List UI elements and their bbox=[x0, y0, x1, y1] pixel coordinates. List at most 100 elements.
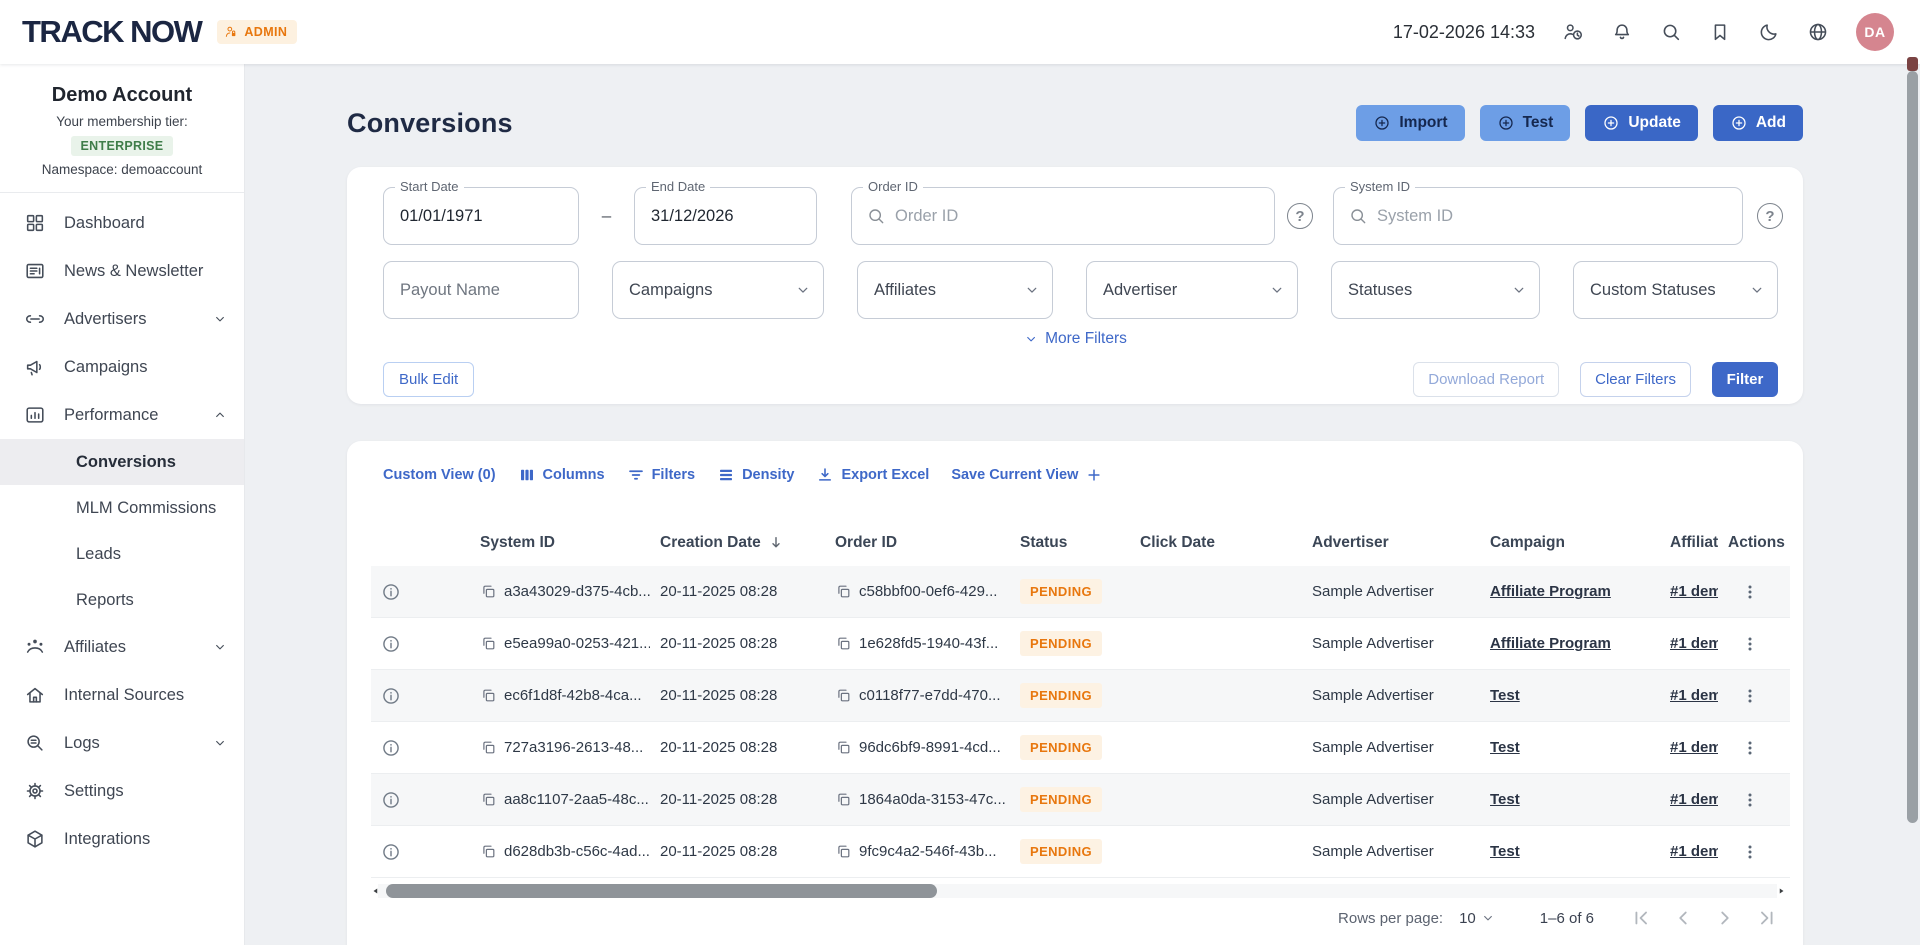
row-info-icon[interactable] bbox=[381, 634, 401, 654]
copy-icon[interactable] bbox=[835, 635, 852, 652]
columns-button[interactable]: Columns bbox=[518, 466, 605, 484]
copy-icon[interactable] bbox=[480, 843, 497, 860]
test-button[interactable]: Test bbox=[1480, 105, 1571, 141]
filters-button[interactable]: Filters bbox=[627, 466, 696, 484]
copy-icon[interactable] bbox=[835, 843, 852, 860]
download-report-button[interactable]: Download Report bbox=[1413, 362, 1559, 397]
campaign-link[interactable]: Test bbox=[1490, 687, 1520, 704]
sidebar-item-integrations[interactable]: Integrations bbox=[0, 815, 244, 863]
import-button[interactable]: Import bbox=[1356, 105, 1464, 141]
row-info-icon[interactable] bbox=[381, 842, 401, 862]
dark-mode-moon-icon[interactable] bbox=[1758, 21, 1780, 43]
last-page-button[interactable] bbox=[1756, 907, 1778, 929]
campaign-link[interactable]: Test bbox=[1490, 791, 1520, 808]
affiliate-link[interactable]: #1 dem bbox=[1670, 583, 1718, 600]
affiliate-link[interactable]: #1 dem bbox=[1670, 687, 1718, 704]
sidebar-item-logs[interactable]: Logs bbox=[0, 719, 244, 767]
app-logo[interactable]: TRACK NOW bbox=[22, 14, 201, 50]
user-activity-icon[interactable] bbox=[1562, 21, 1584, 43]
campaign-link[interactable]: Test bbox=[1490, 739, 1520, 756]
scroll-right-arrow-icon[interactable] bbox=[1776, 886, 1786, 896]
sidebar-item-settings[interactable]: Settings bbox=[0, 767, 244, 815]
affiliate-link[interactable]: #1 dem bbox=[1670, 635, 1718, 652]
notifications-bell-icon[interactable] bbox=[1611, 21, 1633, 43]
sidebar-item-advertisers[interactable]: Advertisers bbox=[0, 295, 244, 343]
header-creation-date[interactable]: Creation Date bbox=[650, 534, 825, 552]
add-button[interactable]: Add bbox=[1713, 105, 1803, 141]
header-campaign[interactable]: Campaign bbox=[1480, 534, 1660, 552]
sidebar-item-news-newsletter[interactable]: News & Newsletter bbox=[0, 247, 244, 295]
sidebar-item-affiliates[interactable]: Affiliates bbox=[0, 623, 244, 671]
header-order-id[interactable]: Order ID bbox=[825, 534, 1010, 552]
sidebar-item-campaigns[interactable]: Campaigns bbox=[0, 343, 244, 391]
row-info-icon[interactable] bbox=[381, 686, 401, 706]
row-actions-kebab[interactable] bbox=[1740, 842, 1760, 862]
next-page-button[interactable] bbox=[1714, 907, 1736, 929]
rows-per-page-select[interactable]: 10 bbox=[1459, 910, 1496, 927]
affiliate-link[interactable]: #1 dem bbox=[1670, 791, 1718, 808]
end-date-field[interactable]: End Date 31/12/2026 bbox=[634, 187, 817, 245]
update-button[interactable]: Update bbox=[1585, 105, 1698, 141]
copy-icon[interactable] bbox=[480, 635, 497, 652]
language-globe-icon[interactable] bbox=[1807, 21, 1829, 43]
row-info-icon[interactable] bbox=[381, 582, 401, 602]
copy-icon[interactable] bbox=[480, 687, 497, 704]
search-icon[interactable] bbox=[1660, 21, 1682, 43]
scroll-left-arrow-icon[interactable] bbox=[371, 886, 381, 896]
order-id-field[interactable]: Order ID Order ID bbox=[851, 187, 1275, 245]
system-id-help-icon[interactable]: ? bbox=[1757, 203, 1783, 229]
vertical-scrollbar[interactable] bbox=[1907, 57, 1918, 823]
density-button[interactable]: Density bbox=[717, 466, 794, 484]
affiliate-link[interactable]: #1 dem bbox=[1670, 739, 1718, 756]
row-info-icon[interactable] bbox=[381, 790, 401, 810]
horizontal-scrollbar-thumb[interactable] bbox=[386, 884, 937, 898]
custom-statuses-select[interactable]: Custom Statuses bbox=[1573, 261, 1778, 319]
clear-filters-button[interactable]: Clear Filters bbox=[1580, 362, 1691, 397]
sidebar-item-leads[interactable]: Leads bbox=[0, 531, 244, 577]
sidebar-item-conversions[interactable]: Conversions bbox=[0, 439, 244, 485]
copy-icon[interactable] bbox=[480, 791, 497, 808]
save-current-view-button[interactable]: Save Current View bbox=[951, 466, 1103, 484]
header-click-date[interactable]: Click Date bbox=[1130, 534, 1302, 552]
header-system-id[interactable]: System ID bbox=[470, 534, 650, 552]
sidebar-item-mlm-commissions[interactable]: MLM Commissions bbox=[0, 485, 244, 531]
copy-icon[interactable] bbox=[835, 687, 852, 704]
filter-button[interactable]: Filter bbox=[1712, 362, 1778, 397]
row-actions-kebab[interactable] bbox=[1740, 790, 1760, 810]
first-page-button[interactable] bbox=[1630, 907, 1652, 929]
row-actions-kebab[interactable] bbox=[1740, 582, 1760, 602]
vertical-scrollbar-thumb[interactable] bbox=[1907, 71, 1918, 823]
bookmark-icon[interactable] bbox=[1709, 21, 1731, 43]
campaign-link[interactable]: Affiliate Program bbox=[1490, 583, 1611, 600]
horizontal-scrollbar[interactable] bbox=[378, 884, 1777, 898]
system-id-field[interactable]: System ID System ID bbox=[1333, 187, 1743, 245]
export-excel-button[interactable]: Export Excel bbox=[816, 466, 929, 484]
sidebar-item-dashboard[interactable]: Dashboard bbox=[0, 199, 244, 247]
custom-view-button[interactable]: Custom View (0) bbox=[383, 467, 496, 483]
affiliate-link[interactable]: #1 dem bbox=[1670, 843, 1718, 860]
row-actions-kebab[interactable] bbox=[1740, 738, 1760, 758]
user-avatar[interactable]: DA bbox=[1856, 13, 1894, 51]
statuses-select[interactable]: Statuses bbox=[1331, 261, 1540, 319]
campaign-link[interactable]: Affiliate Program bbox=[1490, 635, 1611, 652]
copy-icon[interactable] bbox=[480, 583, 497, 600]
copy-icon[interactable] bbox=[835, 583, 852, 600]
row-actions-kebab[interactable] bbox=[1740, 686, 1760, 706]
previous-page-button[interactable] bbox=[1672, 907, 1694, 929]
order-id-help-icon[interactable]: ? bbox=[1287, 203, 1313, 229]
header-advertiser[interactable]: Advertiser bbox=[1302, 534, 1480, 552]
sidebar-item-internal-sources[interactable]: Internal Sources bbox=[0, 671, 244, 719]
copy-icon[interactable] bbox=[835, 791, 852, 808]
sidebar-item-reports[interactable]: Reports bbox=[0, 577, 244, 623]
payout-name-field[interactable]: Payout Name bbox=[383, 261, 579, 319]
bulk-edit-button[interactable]: Bulk Edit bbox=[383, 362, 474, 397]
header-status[interactable]: Status bbox=[1010, 534, 1130, 552]
campaign-link[interactable]: Test bbox=[1490, 843, 1520, 860]
sidebar-item-performance[interactable]: Performance bbox=[0, 391, 244, 439]
row-actions-kebab[interactable] bbox=[1740, 634, 1760, 654]
header-affiliate[interactable]: Affiliate bbox=[1660, 534, 1718, 552]
more-filters-toggle[interactable]: More Filters bbox=[1023, 330, 1127, 348]
advertiser-select[interactable]: Advertiser bbox=[1086, 261, 1298, 319]
campaigns-select[interactable]: Campaigns bbox=[612, 261, 824, 319]
copy-icon[interactable] bbox=[480, 739, 497, 756]
